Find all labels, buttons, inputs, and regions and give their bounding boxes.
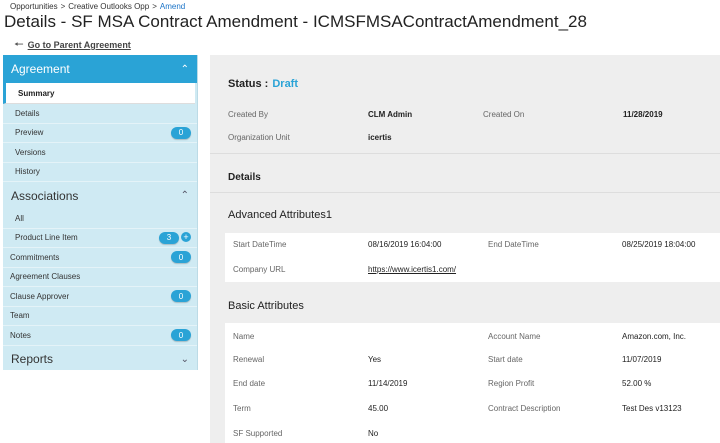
sidebar-section-associations[interactable]: Associations ⌃ <box>3 182 197 209</box>
advanced-attributes-heading: Advanced Attributes1 <box>228 209 332 221</box>
chevron-down-icon: ⌄ <box>180 353 189 365</box>
chevron-up-icon: ⌃ <box>180 190 189 201</box>
sidebar-item-label: Commitments <box>10 252 60 262</box>
renewal-label: Renewal <box>233 355 265 364</box>
term-value: 45.00 <box>368 404 389 413</box>
go-to-parent-link[interactable]: 🠔 Go to Parent Agreement <box>14 36 131 55</box>
start-date-label: Start date <box>488 355 523 364</box>
sidebar-item-details[interactable]: Details <box>3 104 197 124</box>
org-unit-value: icertis <box>368 133 392 142</box>
sidebar-section-agreement[interactable]: Agreement ⌃ <box>3 55 197 83</box>
company-url-link[interactable]: https://www.icertis1.com/ <box>368 265 456 274</box>
count-badge: 3 <box>159 231 179 244</box>
sidebar-item-history[interactable]: History <box>3 163 197 182</box>
start-datetime-label: Start DateTime <box>233 240 287 249</box>
created-by-label: Created By <box>228 110 269 119</box>
renewal-value: Yes <box>368 355 382 364</box>
sidebar-item-label: Details <box>15 108 40 118</box>
sidebar-item-label: Versions <box>15 147 46 157</box>
status-row: Status : Draft <box>228 78 298 90</box>
created-on-value: 11/28/2019 <box>623 110 663 119</box>
sidebar-item-label: Preview <box>15 128 44 138</box>
sidebar-item-notes[interactable]: Notes 0 <box>3 326 197 346</box>
created-on-label: Created On <box>483 110 525 119</box>
breadcrumb-opportunities[interactable]: Opportunities <box>10 2 58 11</box>
count-badge: 0 <box>171 251 191 264</box>
breadcrumb-opportunity[interactable]: Creative Outlooks Opp <box>68 2 149 11</box>
sidebar-item-label: All <box>15 213 24 223</box>
go-to-parent-label: Go to Parent Agreement <box>27 40 131 50</box>
section-label: Agreement <box>11 62 70 76</box>
sidebar-item-product-line-item[interactable]: Product Line Item 3 + <box>3 229 197 248</box>
count-badge: 0 <box>171 126 191 139</box>
name-label: Name <box>233 332 255 341</box>
end-datetime-value: 08/25/2019 18:04:00 <box>622 240 696 249</box>
region-profit-label: Region Profit <box>488 379 535 388</box>
contract-description-label: Contract Description <box>488 404 561 413</box>
breadcrumb-separator: > <box>60 2 66 11</box>
sidebar-item-all[interactable]: All <box>3 209 197 229</box>
account-name-label: Account Name <box>488 332 541 341</box>
details-heading: Details <box>228 172 261 183</box>
sidebar-item-team[interactable]: Team <box>3 307 197 326</box>
status-label: Status : <box>228 78 269 90</box>
back-arrow-icon: 🠔 <box>14 39 24 51</box>
advanced-attributes-panel: Start DateTime 08/16/2019 16:04:00 End D… <box>225 233 720 282</box>
created-by-value: CLM Admin <box>368 110 413 119</box>
sidebar-item-preview[interactable]: Preview 0 <box>3 124 197 143</box>
breadcrumb-amend[interactable]: Amend <box>160 2 185 11</box>
breadcrumb-separator: > <box>152 2 157 11</box>
end-date-label: End date <box>233 379 266 388</box>
account-name-value: Amazon.com, Inc. <box>622 332 687 341</box>
sidebar-section-reports[interactable]: Reports ⌄ <box>3 346 197 373</box>
page-title: Details - SF MSA Contract Amendment - IC… <box>4 12 587 31</box>
company-url-label: Company URL <box>233 265 286 274</box>
org-unit-label: Organization Unit <box>228 133 290 142</box>
status-value: Draft <box>272 78 299 90</box>
count-badge: 0 <box>171 329 191 342</box>
sidebar-item-label: Product Line Item <box>15 233 78 243</box>
sf-supported-value: No <box>368 429 379 438</box>
main-content: Status : Draft Created By CLM Admin Creat… <box>210 55 720 443</box>
region-profit-value: 52.00 % <box>622 379 652 388</box>
breadcrumb: Opportunities > Creative Outlooks Opp > Amen… <box>10 2 185 11</box>
count-badge: 0 <box>171 290 191 303</box>
divider <box>210 153 720 154</box>
basic-attributes-panel: Name Account Name Amazon.com, Inc. Renew… <box>225 323 720 443</box>
divider <box>210 192 720 193</box>
sidebar-item-commitments[interactable]: Commitments 0 <box>3 248 197 268</box>
sidebar-item-clause-approver[interactable]: Clause Approver 0 <box>3 287 197 307</box>
chevron-up-icon: ⌃ <box>180 63 189 75</box>
sidebar-item-label: Agreement Clauses <box>10 272 81 282</box>
add-icon[interactable]: + <box>181 232 191 243</box>
sidebar-item-label: Notes <box>10 330 31 340</box>
section-label: Reports <box>11 352 54 366</box>
sidebar-item-summary[interactable]: Summary <box>3 83 195 104</box>
contract-description-value: Test Des v13123 <box>622 404 682 413</box>
basic-attributes-heading: Basic Attributes <box>228 300 304 312</box>
sidebar-item-agreement-clauses[interactable]: Agreement Clauses <box>3 268 197 287</box>
sf-supported-label: SF Supported <box>233 429 283 438</box>
sidebar-item-label: History <box>15 167 40 177</box>
sidebar-item-label: Team <box>10 311 30 321</box>
term-label: Term <box>233 404 251 413</box>
sidebar-item-label: Clause Approver <box>10 291 70 301</box>
end-date-value: 11/14/2019 <box>368 379 408 388</box>
end-datetime-label: End DateTime <box>488 240 539 249</box>
start-date-value: 11/07/2019 <box>622 355 662 364</box>
section-label: Associations <box>11 188 79 203</box>
sidebar: Agreement ⌃ Summary Details Preview 0 Ver… <box>3 55 198 370</box>
start-datetime-value: 08/16/2019 16:04:00 <box>368 240 442 249</box>
sidebar-item-versions[interactable]: Versions <box>3 143 197 163</box>
